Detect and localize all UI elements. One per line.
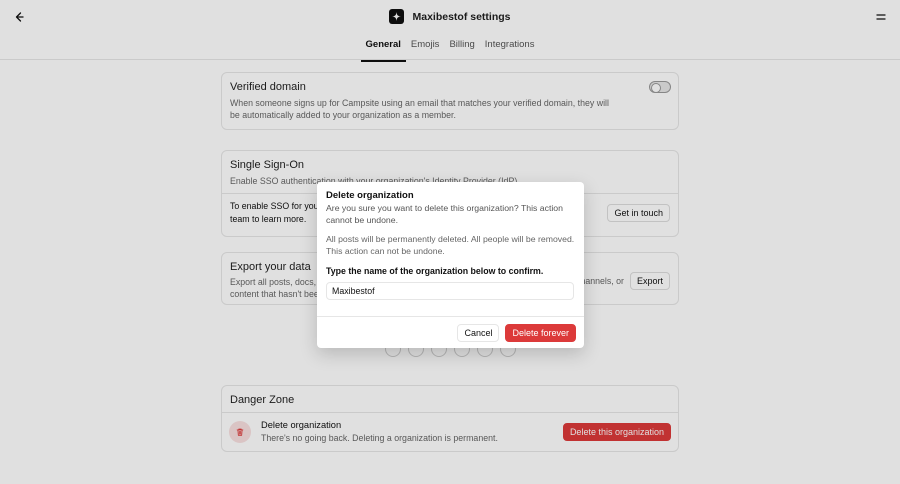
modal-footer: Cancel Delete forever <box>317 316 584 348</box>
modal-text2: All posts will be permanently deleted. A… <box>326 234 575 257</box>
cancel-button[interactable]: Cancel <box>457 323 500 342</box>
modal-text: Are you sure you want to delete this org… <box>326 203 563 225</box>
organization-name-input[interactable] <box>326 281 574 300</box>
settings-page: Maxibestof settings General Emojis Billi… <box>0 0 900 484</box>
delete-forever-button[interactable]: Delete forever <box>505 323 576 342</box>
delete-organization-modal: Delete organization Are you sure you wan… <box>317 182 584 348</box>
modal-title: Delete organization <box>326 190 414 201</box>
modal-confirm-label: Type the name of the organization below … <box>326 265 544 276</box>
